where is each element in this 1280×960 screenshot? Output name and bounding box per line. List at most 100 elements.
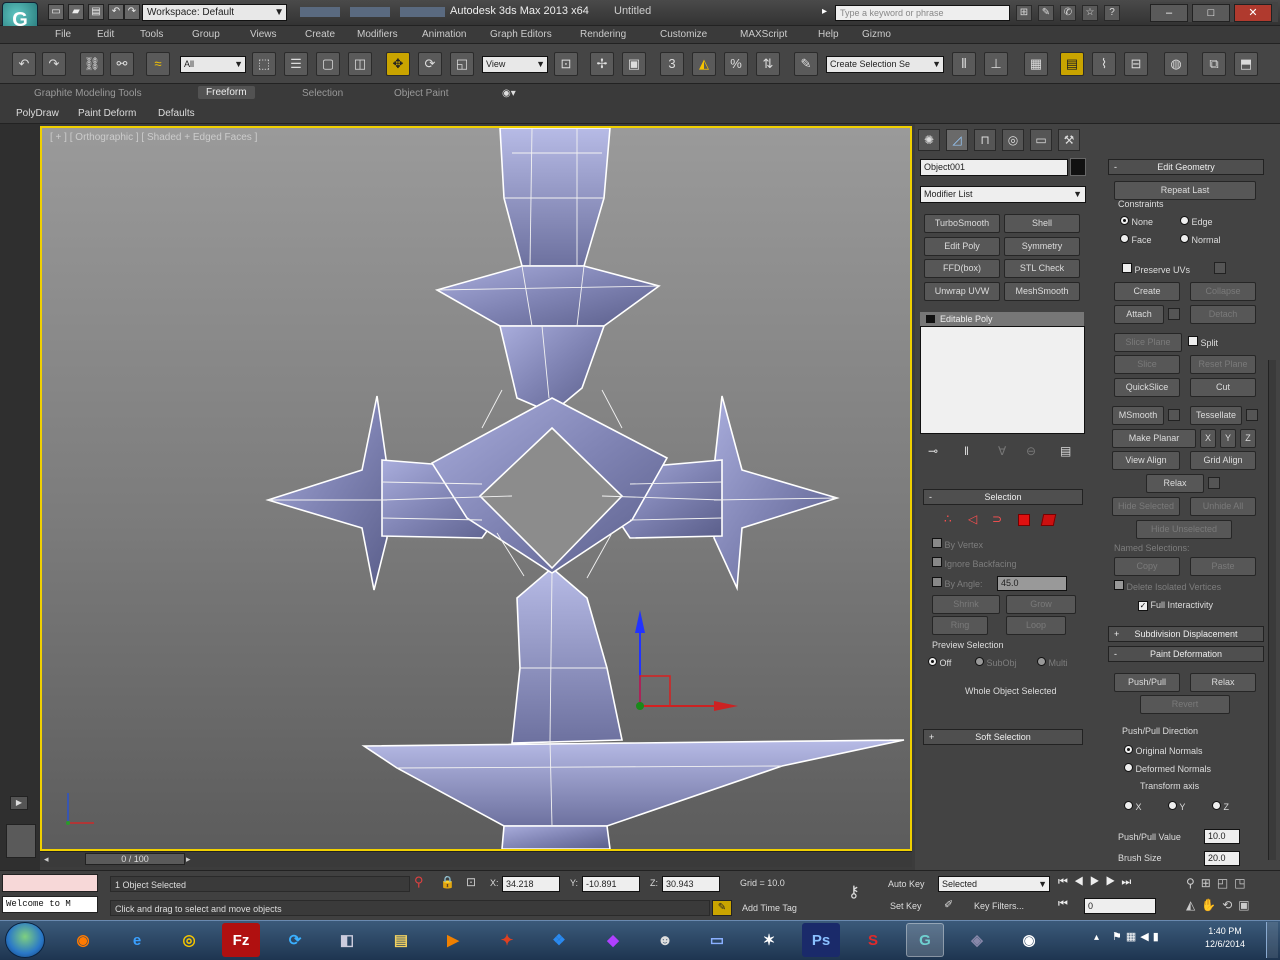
zoom-icon[interactable]: ⚲ <box>1186 876 1201 890</box>
layer-manager-icon[interactable]: ▦ <box>1024 52 1048 76</box>
modifier-turbosmooth-button[interactable]: TurboSmooth <box>924 214 1000 233</box>
3dsmax-task-icon[interactable]: G <box>906 923 944 957</box>
menu-customize[interactable]: Customize <box>660 29 707 40</box>
menu-modifiers[interactable]: Modifiers <box>357 29 398 40</box>
subtab-polydraw[interactable]: PolyDraw <box>16 108 59 119</box>
firefox-icon[interactable]: ◉ <box>64 923 102 957</box>
schematic-view-icon[interactable]: ⊟ <box>1124 52 1148 76</box>
app-figure-icon[interactable]: ✶ <box>750 923 788 957</box>
graphite-toggle-icon[interactable]: ▤ <box>1060 52 1084 76</box>
command-panel-scrollbar[interactable] <box>1268 360 1276 860</box>
time-tag-icon[interactable]: ✎ <box>712 900 732 916</box>
menu-animation[interactable]: Animation <box>422 29 466 40</box>
selection-filter-dropdown[interactable]: All ▼ <box>180 56 246 73</box>
app-dark-icon[interactable]: ◧ <box>328 923 366 957</box>
grow-button[interactable]: Grow <box>1006 595 1076 614</box>
push-pull-value-spinner[interactable]: 10.0 <box>1204 829 1240 844</box>
orbit-icon[interactable]: ⟲ <box>1222 898 1238 912</box>
create-panel-icon[interactable]: ✺ <box>918 129 940 151</box>
paint-deformation-rollout-header[interactable]: - Paint Deformation <box>1108 646 1264 662</box>
layout-tab-button[interactable] <box>6 824 36 858</box>
hide-selected-button[interactable]: Hide Selected <box>1112 497 1180 516</box>
select-and-move-icon[interactable]: ✥ <box>386 52 410 76</box>
detach-button[interactable]: Detach <box>1190 305 1256 324</box>
key-filter-icon[interactable]: ✐ <box>944 898 953 911</box>
configure-modifier-sets-icon[interactable]: ▤ <box>1060 444 1071 458</box>
window-crossing-icon[interactable]: ◫ <box>348 52 372 76</box>
previous-frame-icon[interactable]: ◀ <box>1074 876 1090 888</box>
chevron-right-icon[interactable]: ▸ <box>186 854 191 865</box>
modifier-list-dropdown[interactable]: Modifier List ▼ <box>920 186 1086 203</box>
app-gray-icon[interactable]: ◈ <box>958 923 996 957</box>
mesh-object[interactable] <box>265 128 905 849</box>
chevron-left-icon[interactable]: ◂ <box>44 854 49 865</box>
planar-y-button[interactable]: Y <box>1220 429 1236 448</box>
menu-edit[interactable]: Edit <box>97 29 114 40</box>
app-avatar-icon[interactable]: ☻ <box>646 923 684 957</box>
reset-plane-button[interactable]: Reset Plane <box>1190 355 1256 374</box>
help-search-input[interactable]: Type a keyword or phrase <box>835 5 1010 21</box>
hierarchy-panel-icon[interactable]: ⊓ <box>974 129 996 151</box>
split-checkbox[interactable]: Split <box>1188 336 1218 348</box>
modifier-symmetry-button[interactable]: Symmetry <box>1004 237 1080 256</box>
maxscript-listener-input[interactable]: Welcome to M <box>2 896 98 913</box>
unlink-icon[interactable]: ⚯ <box>110 52 134 76</box>
help-icon[interactable]: ? <box>1104 5 1120 21</box>
edge-subobject-icon[interactable]: ◁ <box>968 512 977 526</box>
motion-panel-icon[interactable]: ◎ <box>1002 129 1024 151</box>
menu-tools[interactable]: Tools <box>140 29 163 40</box>
viewport-label[interactable]: [ + ] [ Orthographic ] [ Shaded + Edged … <box>50 132 257 143</box>
angle-snap-icon[interactable]: ◭ <box>692 52 716 76</box>
select-and-manipulate-icon[interactable]: ✢ <box>590 52 614 76</box>
copy-button[interactable]: Copy <box>1114 557 1180 576</box>
cut-button[interactable]: Cut <box>1190 378 1256 397</box>
minimize-button[interactable]: – <box>1150 4 1188 22</box>
element-subobject-icon[interactable] <box>1040 514 1057 526</box>
app-swirl-icon[interactable]: ⟳ <box>276 923 314 957</box>
field-of-view-icon[interactable]: ◭ <box>1186 898 1201 912</box>
start-button-icon[interactable] <box>5 922 45 958</box>
collapse-button[interactable]: Collapse <box>1190 282 1256 301</box>
select-by-name-icon[interactable]: ☰ <box>284 52 308 76</box>
current-frame-field[interactable]: 0 <box>1084 898 1156 914</box>
menu-rendering[interactable]: Rendering <box>580 29 626 40</box>
modifier-ffd-box-button[interactable]: FFD(box) <box>924 259 1000 278</box>
subtab-defaults[interactable]: Defaults <box>158 108 195 119</box>
planar-x-button[interactable]: X <box>1200 429 1216 448</box>
paste-button[interactable]: Paste <box>1190 557 1256 576</box>
modifier-stack-item[interactable]: Editable Poly <box>920 312 1084 326</box>
app-disc-icon[interactable]: ◉ <box>1010 923 1048 957</box>
open-file-icon[interactable]: ▰ <box>68 4 84 20</box>
preview-multi-radio[interactable]: Multi <box>1037 657 1068 668</box>
menu-help[interactable]: Help <box>818 29 839 40</box>
by-angle-spinner[interactable]: 45.0 <box>997 576 1067 591</box>
key-mode-dropdown[interactable]: Selected ▼ <box>938 876 1050 892</box>
create-button[interactable]: Create <box>1114 282 1180 301</box>
select-and-scale-icon[interactable]: ◱ <box>450 52 474 76</box>
brush-size-spinner[interactable]: 20.0 <box>1204 851 1240 866</box>
relax-settings-icon[interactable] <box>1208 477 1220 489</box>
modifier-shell-button[interactable]: Shell <box>1004 214 1080 233</box>
preserve-uvs-settings-icon[interactable] <box>1214 262 1226 274</box>
constraint-normal-radio[interactable]: Normal <box>1180 234 1221 245</box>
maxscript-listener-pink[interactable] <box>2 874 98 892</box>
attach-list-icon[interactable] <box>1168 308 1180 320</box>
slice-plane-button[interactable]: Slice Plane <box>1114 333 1182 352</box>
msmooth-settings-icon[interactable] <box>1168 409 1180 421</box>
tab-graphite-modeling-tools[interactable]: Graphite Modeling Tools <box>34 88 142 99</box>
tab-object-paint[interactable]: Object Paint <box>394 88 448 99</box>
polygon-subobject-icon[interactable] <box>1018 514 1030 526</box>
show-desktop-button[interactable] <box>1266 922 1278 958</box>
y-coord-field[interactable]: -10.891 <box>582 876 640 892</box>
app-orange-icon[interactable]: ✦ <box>488 923 526 957</box>
loop-button[interactable]: Loop <box>1006 616 1066 635</box>
zoom-extents-icon[interactable]: ◰ <box>1217 876 1234 890</box>
modifier-edit-poly-button[interactable]: Edit Poly <box>924 237 1000 256</box>
stack-bulb-icon[interactable] <box>926 315 935 323</box>
utilities-panel-icon[interactable]: ⚒ <box>1058 129 1080 151</box>
network-icon[interactable]: ▦ <box>1126 931 1140 943</box>
quickslice-button[interactable]: QuickSlice <box>1114 378 1180 397</box>
go-to-end-icon[interactable]: ⏭ <box>1121 876 1137 888</box>
make-planar-button[interactable]: Make Planar <box>1112 429 1196 448</box>
object-color-swatch[interactable] <box>1070 158 1086 176</box>
